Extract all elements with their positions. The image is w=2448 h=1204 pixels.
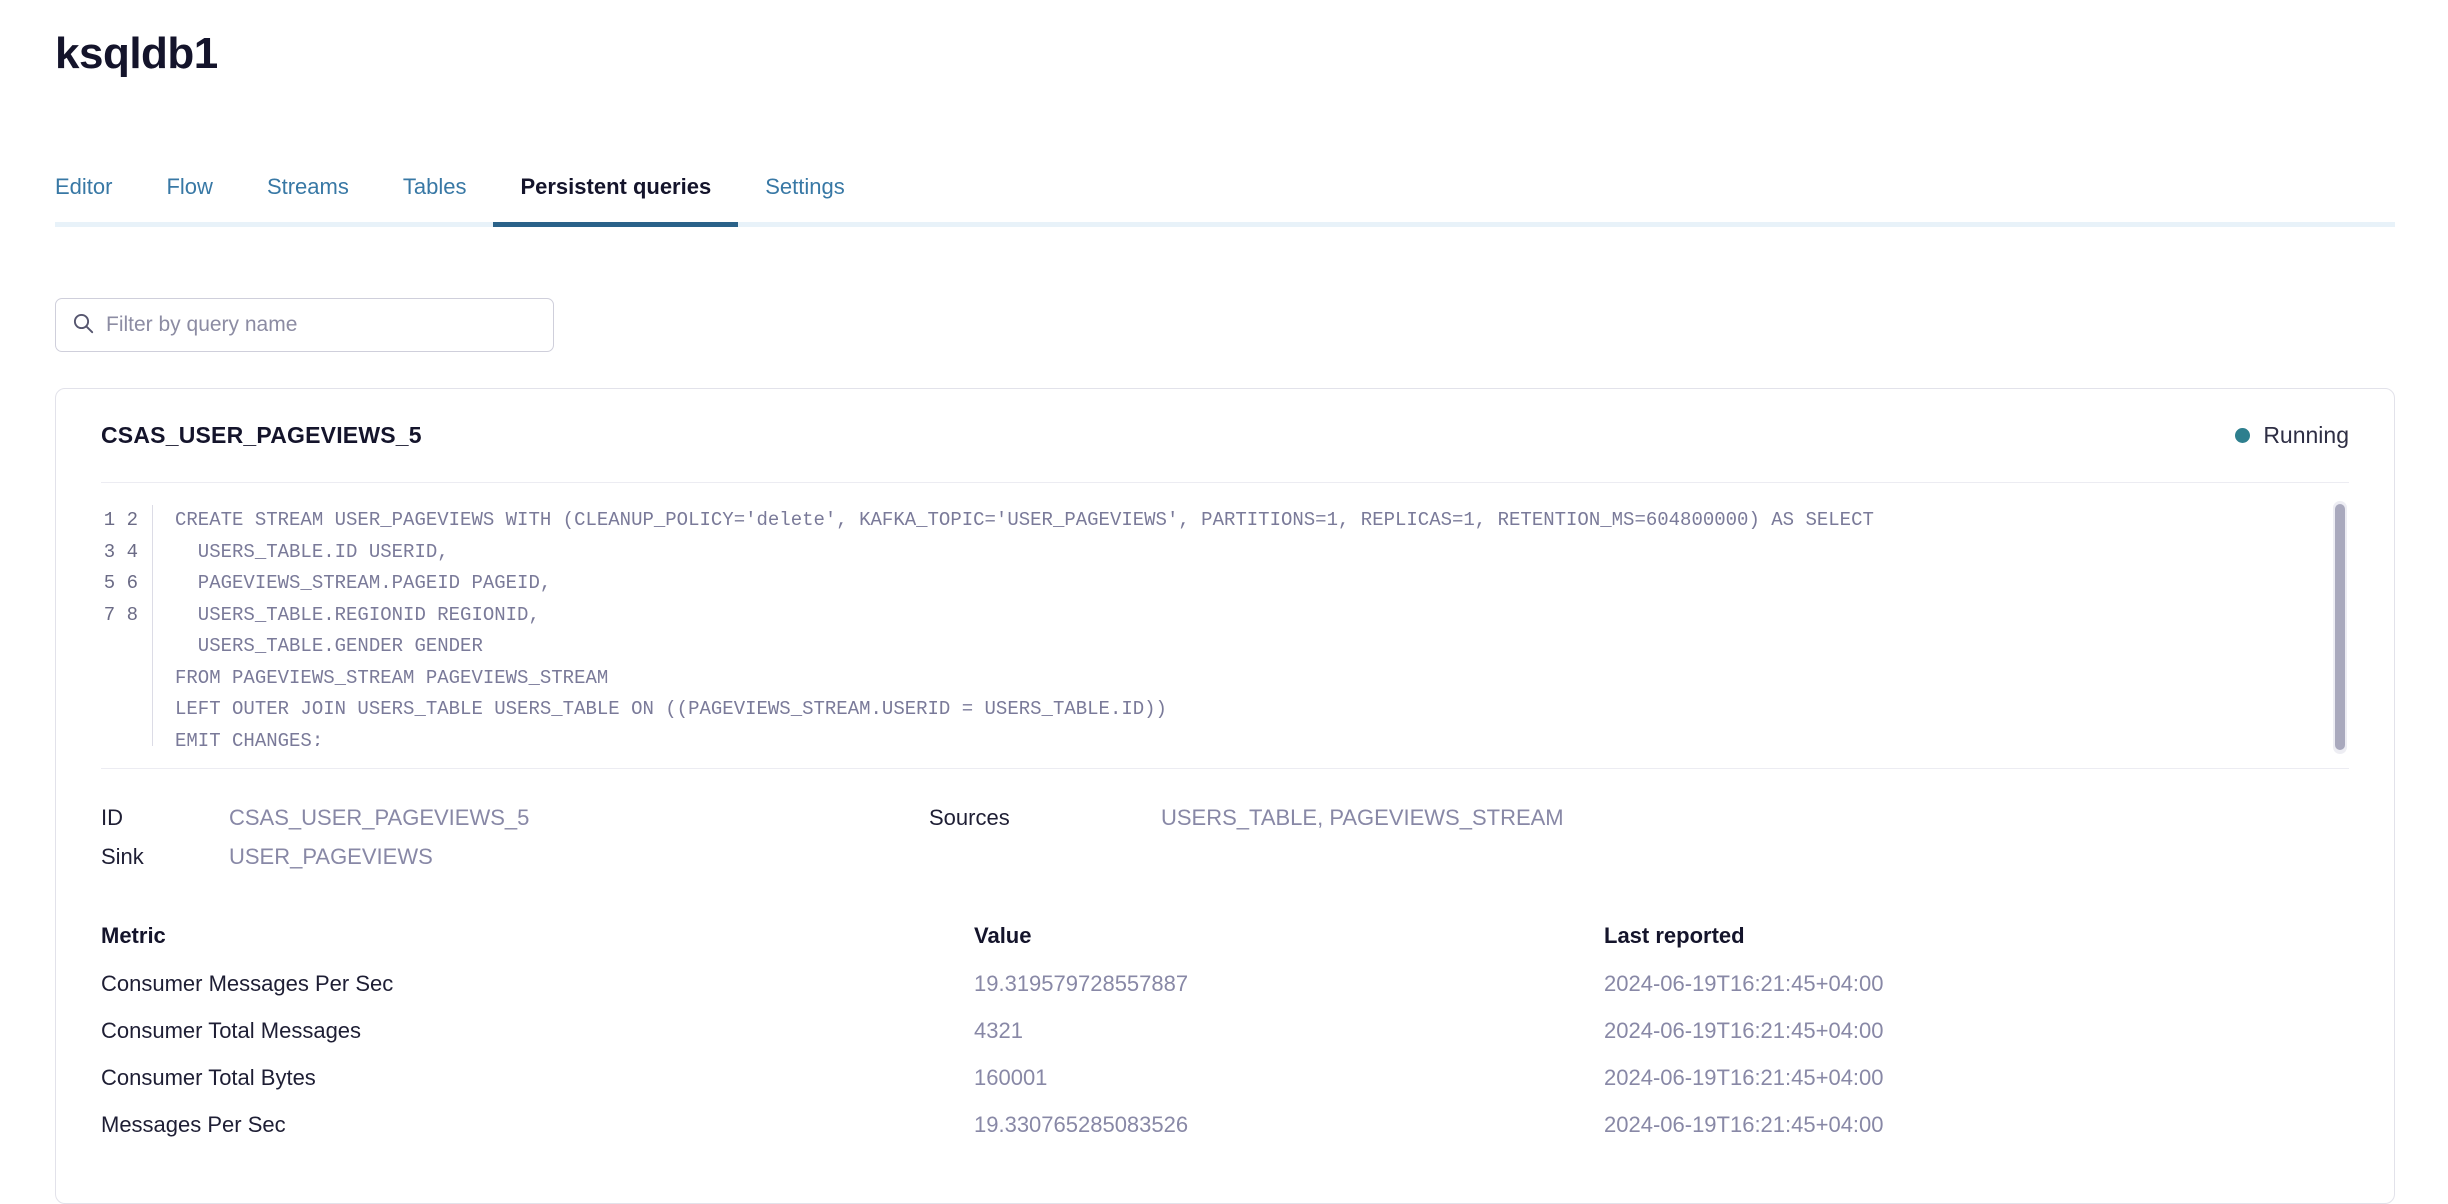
- code-scrollbar[interactable]: [2333, 501, 2347, 754]
- metrics-cell-metric: Messages Per Sec: [101, 1111, 286, 1137]
- tab-settings[interactable]: Settings: [738, 168, 872, 206]
- metrics-cell-metric: Consumer Total Messages: [101, 1017, 362, 1043]
- metrics-table-header-row: Metric Value Last reported: [56, 912, 2394, 960]
- page-title: ksqldb1: [55, 29, 218, 78]
- table-row: Consumer Messages Per Sec 19.319579728557…: [56, 960, 2394, 1007]
- metrics-cell-value: 19.330765285083526: [974, 1111, 1189, 1137]
- metrics-cell-last-reported: 2024-06-19T16:21:45+04:00: [1604, 1064, 1884, 1090]
- tab-editor[interactable]: Editor: [55, 168, 139, 206]
- status-label: Running: [2263, 422, 2349, 448]
- metrics-table: Metric Value Last reported Consumer Messag…: [56, 912, 2394, 1148]
- code-text: CREATE STREAM USER_PAGEVIEWS WITH (CLEAN…: [175, 509, 1874, 746]
- search-icon: [72, 312, 94, 339]
- code-scrollbar-thumb[interactable]: [2335, 504, 2345, 750]
- table-row: Consumer Total Messages 4321 2024-06-19T16…: [56, 1007, 2394, 1054]
- meta-sink-label: Sink: [101, 844, 144, 869]
- metrics-cell-value: 160001: [974, 1064, 1048, 1090]
- tab-underline-track: [55, 222, 2395, 227]
- meta-id-value: CSAS_USER_PAGEVIEWS_5: [229, 805, 530, 830]
- search-box[interactable]: [55, 298, 554, 352]
- query-meta: ID CSAS_USER_PAGEVIEWS_5 Sources USERS_T…: [56, 769, 2394, 870]
- tab-bar: Editor Flow Streams Tables Persistent querie…: [55, 168, 2395, 238]
- code-viewport: 1 2 3 4 5 6 7 8 CREATE STREAM USER_PAGEV…: [101, 505, 2349, 746]
- table-row: Messages Per Sec 19.330765285083526 2024-0…: [56, 1101, 2394, 1148]
- table-row: Consumer Total Bytes 160001 2024-06-19T16:…: [56, 1054, 2394, 1101]
- metrics-table-body: Consumer Messages Per Sec 19.319579728557…: [56, 960, 2394, 1148]
- meta-sink-value: USER_PAGEVIEWS: [229, 844, 433, 869]
- metrics-cell-metric: Consumer Total Bytes: [101, 1064, 316, 1090]
- metrics-col-header: Metric: [101, 923, 166, 948]
- status-badge: Running: [2235, 422, 2349, 449]
- tab-active-indicator: [493, 222, 739, 227]
- metrics-cell-last-reported: 2024-06-19T16:21:45+04:00: [1604, 1017, 1884, 1043]
- metrics-col-header: Value: [974, 923, 1032, 948]
- persistent-queries-page: ksqldb1 Editor Flow Streams Tables Persisten…: [0, 0, 2448, 1204]
- meta-spacer-a: [929, 844, 1161, 870]
- meta-spacer-b: [1161, 844, 2349, 870]
- metrics-cell-last-reported: 2024-06-19T16:21:45+04:00: [1604, 970, 1884, 996]
- metrics-cell-value: 4321: [974, 1017, 1023, 1043]
- metrics-cell-metric: Consumer Messages Per Sec: [101, 970, 394, 996]
- meta-sources-value: USERS_TABLE, PAGEVIEWS_STREAM: [1161, 805, 1564, 830]
- tab-flow[interactable]: Flow: [139, 168, 239, 206]
- search-input[interactable]: [106, 313, 537, 337]
- code-line-numbers: 1 2 3 4 5 6 7 8: [101, 505, 153, 746]
- tab-tables[interactable]: Tables: [376, 168, 494, 206]
- query-card: CSAS_USER_PAGEVIEWS_5 Running 1 2 3 4 5 …: [55, 388, 2395, 1204]
- query-name: CSAS_USER_PAGEVIEWS_5: [101, 422, 422, 448]
- status-dot-icon: [2235, 428, 2251, 443]
- meta-sources-label: Sources: [929, 805, 1010, 830]
- tab-streams[interactable]: Streams: [240, 168, 376, 206]
- metrics-col-header: Last reported: [1604, 923, 1745, 948]
- metrics-cell-value: 19.319579728557887: [974, 970, 1189, 996]
- tab-list: Editor Flow Streams Tables Persistent querie…: [55, 168, 2395, 226]
- metrics-cell-last-reported: 2024-06-19T16:21:45+04:00: [1604, 1111, 1884, 1137]
- query-code-block: 1 2 3 4 5 6 7 8 CREATE STREAM USER_PAGEV…: [101, 482, 2349, 769]
- tab-persistent-queries[interactable]: Persistent queries: [493, 168, 738, 206]
- meta-id-label: ID: [101, 805, 123, 830]
- query-card-header: CSAS_USER_PAGEVIEWS_5 Running: [56, 389, 2394, 482]
